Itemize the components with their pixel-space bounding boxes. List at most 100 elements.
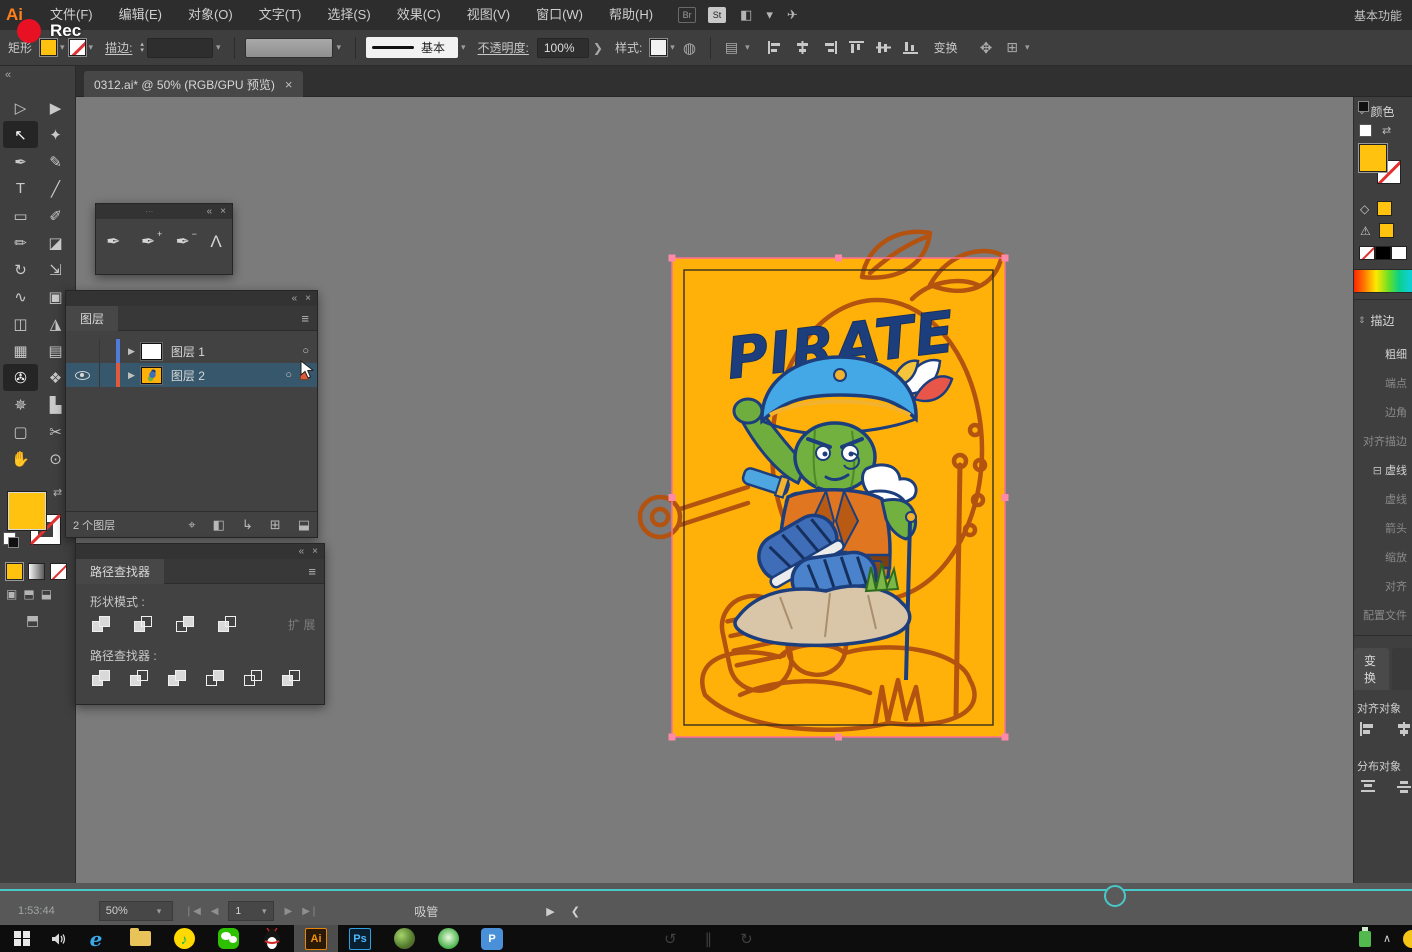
shape-options-icon[interactable]: ⊞ <box>1006 39 1018 56</box>
style-chevron-icon[interactable]: ▾ <box>670 42 675 53</box>
taskbar-qq[interactable] <box>250 925 294 952</box>
layer1-visibility-cell[interactable] <box>66 339 100 363</box>
menu-effect[interactable]: 效果(C) <box>384 0 454 30</box>
pathfinder-close-icon[interactable]: × <box>312 546 318 557</box>
stroke-weight-value[interactable] <box>147 38 213 58</box>
hand-tool[interactable]: ✋ <box>3 445 38 472</box>
prev-artboard-icon[interactable]: ◀ <box>211 906 219 917</box>
shape-options-chevron-icon[interactable]: ▾ <box>1025 42 1030 53</box>
layers-tab[interactable]: 图层 <box>66 306 118 331</box>
distribute-top-icon[interactable] <box>1360 780 1376 794</box>
tray-app-icon[interactable] <box>1403 930 1412 948</box>
zoom-level-dropdown[interactable]: 50%▾ <box>99 901 173 921</box>
taskbar-edge[interactable]: e <box>74 925 118 952</box>
partial-tab[interactable] <box>1392 648 1412 690</box>
gamut-swatch[interactable] <box>1379 223 1394 238</box>
group-selection-tool[interactable]: ↖ <box>3 121 38 148</box>
taskbar-photoshop[interactable]: Ps <box>338 925 382 952</box>
recorder-rewind-icon[interactable]: ↺ <box>664 930 677 948</box>
paint-gradient-button[interactable] <box>28 563 45 580</box>
stroke-collapse-icon[interactable]: ⇕ <box>1358 315 1366 326</box>
locate-object-icon[interactable]: ⌖ <box>188 517 195 533</box>
menu-window[interactable]: 窗口(W) <box>523 0 596 30</box>
swap-fill-stroke-icon[interactable]: ⇄ <box>53 486 62 499</box>
arrow-scale-row[interactable]: 缩放 <box>1354 549 1412 565</box>
bridge-icon[interactable]: Br <box>678 7 696 23</box>
color-swap-icon[interactable]: ⇄ <box>1382 124 1391 137</box>
pen-tool[interactable]: ✒ <box>3 148 38 175</box>
arrowheads-row[interactable]: 箭头 <box>1354 520 1412 536</box>
add-anchor-point-tool[interactable]: ✒+ <box>141 232 155 252</box>
drag-handle-icon[interactable]: ⋯ <box>145 207 155 216</box>
arrange-documents-icon[interactable]: ◧ <box>740 7 752 23</box>
delete-anchor-point-tool[interactable]: ✒− <box>176 232 190 252</box>
recolor-artwork-icon[interactable]: ◍ <box>683 39 696 57</box>
default-fill-stroke-icon[interactable] <box>3 532 16 545</box>
screen-mode-button[interactable]: ⬒ <box>26 612 39 629</box>
layer1-name[interactable]: 图层 1 <box>171 343 205 360</box>
outline-icon[interactable] <box>244 670 264 687</box>
expand-button[interactable]: 扩 展 <box>288 616 315 633</box>
unite-icon[interactable] <box>92 616 112 633</box>
stock-icon[interactable]: St <box>708 7 726 23</box>
none-swatch-icon[interactable] <box>1359 246 1375 260</box>
divide-icon[interactable] <box>92 670 112 687</box>
draw-behind-icon[interactable]: ⬒ <box>23 587 34 601</box>
artboard-number-dropdown[interactable]: 1▾ <box>228 901 274 921</box>
arrow-align-row[interactable]: 对齐 <box>1354 578 1412 594</box>
align-bottom-icon[interactable] <box>903 41 918 54</box>
layer1-thumbnail[interactable] <box>141 343 162 360</box>
menu-object[interactable]: 对象(O) <box>175 0 246 30</box>
transform-button[interactable]: 变换 <box>934 39 958 56</box>
default-colors-icon[interactable] <box>1359 124 1372 137</box>
brush-definition-dropdown[interactable]: 基本 <box>366 37 458 58</box>
layer2-visibility-cell[interactable] <box>66 363 100 387</box>
recorder-timeline[interactable] <box>0 889 1412 891</box>
chevron-down-icon[interactable]: ▾ <box>766 7 773 23</box>
pen-panel-collapse-icon[interactable]: « <box>207 206 213 217</box>
taskbar-file-explorer[interactable] <box>118 925 162 952</box>
taskbar-safe-center[interactable] <box>426 925 470 952</box>
status-back-icon[interactable]: ❮ <box>571 905 580 918</box>
trim-icon[interactable] <box>130 670 150 687</box>
eye-icon[interactable] <box>75 371 90 380</box>
tray-expand-icon[interactable]: ∧ <box>1383 932 1391 945</box>
pathfinder-tab[interactable]: 路径查找器 <box>76 559 164 584</box>
selection-tool[interactable]: ▷ <box>3 94 38 121</box>
stroke-panel-header[interactable]: ⇕ 描边 <box>1354 306 1412 333</box>
pathfinder-collapse-icon[interactable]: « <box>299 546 305 557</box>
rotate-tool[interactable]: ↻ <box>3 256 38 283</box>
usb-tray-icon[interactable] <box>1359 931 1371 947</box>
artboard-tool[interactable]: ▢ <box>3 418 38 445</box>
distribute-vcenter-icon[interactable] <box>1396 780 1412 794</box>
layer1-expand-icon[interactable]: ▶ <box>128 346 135 357</box>
width-profile-dropdown[interactable] <box>245 38 333 58</box>
first-artboard-icon[interactable]: ❘◀ <box>185 906 201 917</box>
layer-row-2[interactable]: ▶ 图层 2 ○ <box>66 363 317 387</box>
pen-panel-close-icon[interactable]: × <box>220 206 226 217</box>
menu-select[interactable]: 选择(S) <box>314 0 383 30</box>
fill-chevron-icon[interactable]: ▾ <box>60 42 65 53</box>
align-objects-center-icon[interactable] <box>1396 722 1412 736</box>
align-stroke-row[interactable]: 对齐描边 <box>1354 433 1412 449</box>
opacity-more-icon[interactable]: ❯ <box>593 41 603 55</box>
color-fill-swatch[interactable] <box>1359 144 1387 172</box>
free-distort-icon[interactable]: ✥ <box>980 39 993 57</box>
white-swatch[interactable] <box>1391 246 1407 260</box>
draw-normal-icon[interactable]: ▣ <box>6 587 17 601</box>
taskbar-p-app[interactable]: P <box>470 925 514 952</box>
align-objects-left-icon[interactable] <box>1360 722 1376 736</box>
width-tool[interactable]: ∿ <box>3 283 38 310</box>
eraser-tool[interactable]: ◪ <box>38 229 73 256</box>
next-artboard-icon[interactable]: ▶ <box>284 906 292 917</box>
align-right-icon[interactable] <box>822 41 837 54</box>
taskbar-wechat[interactable] <box>206 925 250 952</box>
profile-row[interactable]: 配置文件 <box>1354 607 1412 623</box>
paint-none-button[interactable] <box>50 563 67 580</box>
layer2-thumbnail[interactable] <box>141 367 162 384</box>
pencil-tool[interactable]: ✏ <box>3 229 38 256</box>
document-close-icon[interactable]: × <box>285 77 293 92</box>
style-swatch[interactable] <box>650 39 667 56</box>
stroke-chevron-icon[interactable]: ▾ <box>89 42 94 53</box>
black-swatch[interactable] <box>1375 246 1391 260</box>
